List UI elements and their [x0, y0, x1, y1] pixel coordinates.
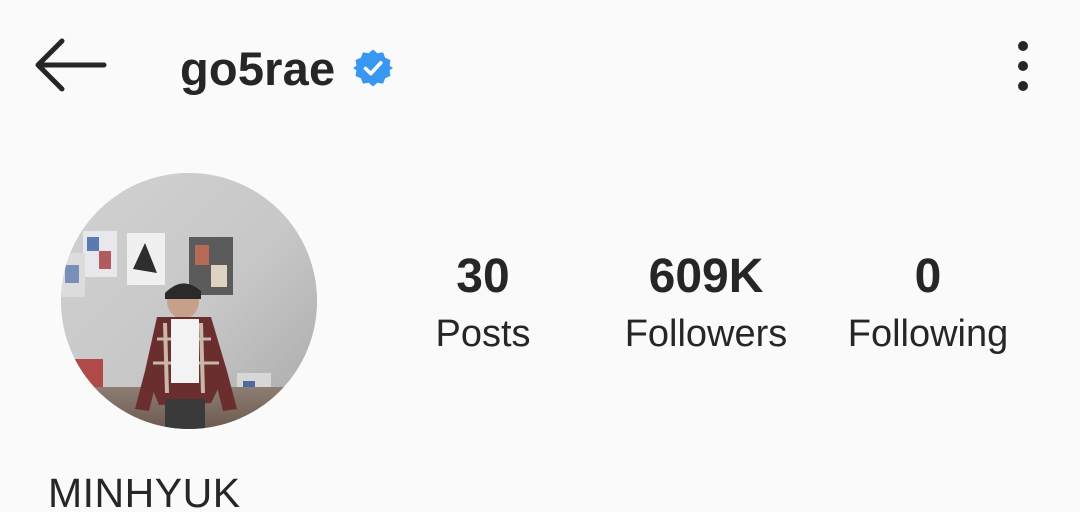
arrow-left-icon — [35, 38, 107, 92]
username-heading: go5rae — [180, 40, 394, 96]
followers-label: Followers — [624, 313, 788, 355]
posts-label: Posts — [435, 313, 531, 355]
following-label: Following — [847, 313, 1009, 355]
followers-count: 609K — [648, 250, 764, 303]
more-options-button[interactable] — [1000, 35, 1046, 97]
followers-stat[interactable]: 609K Followers — [596, 245, 816, 359]
following-count: 0 — [914, 250, 942, 303]
verified-badge-icon — [353, 49, 394, 87]
profile-screen: go5rae 30 Posts 609K Followers 0 Followi… — [0, 0, 1080, 512]
display-name: MINHYUK — [48, 470, 241, 512]
profile-stats: 30 Posts 609K Followers 0 Following — [0, 245, 1080, 375]
posts-stat[interactable]: 30 Posts — [408, 245, 558, 359]
back-button[interactable] — [28, 30, 112, 100]
more-vertical-icon — [1018, 41, 1028, 91]
following-stat[interactable]: 0 Following — [828, 245, 1028, 359]
username: go5rae — [180, 41, 336, 95]
posts-count: 30 — [456, 250, 510, 303]
top-navigation-bar: go5rae — [0, 0, 1080, 136]
